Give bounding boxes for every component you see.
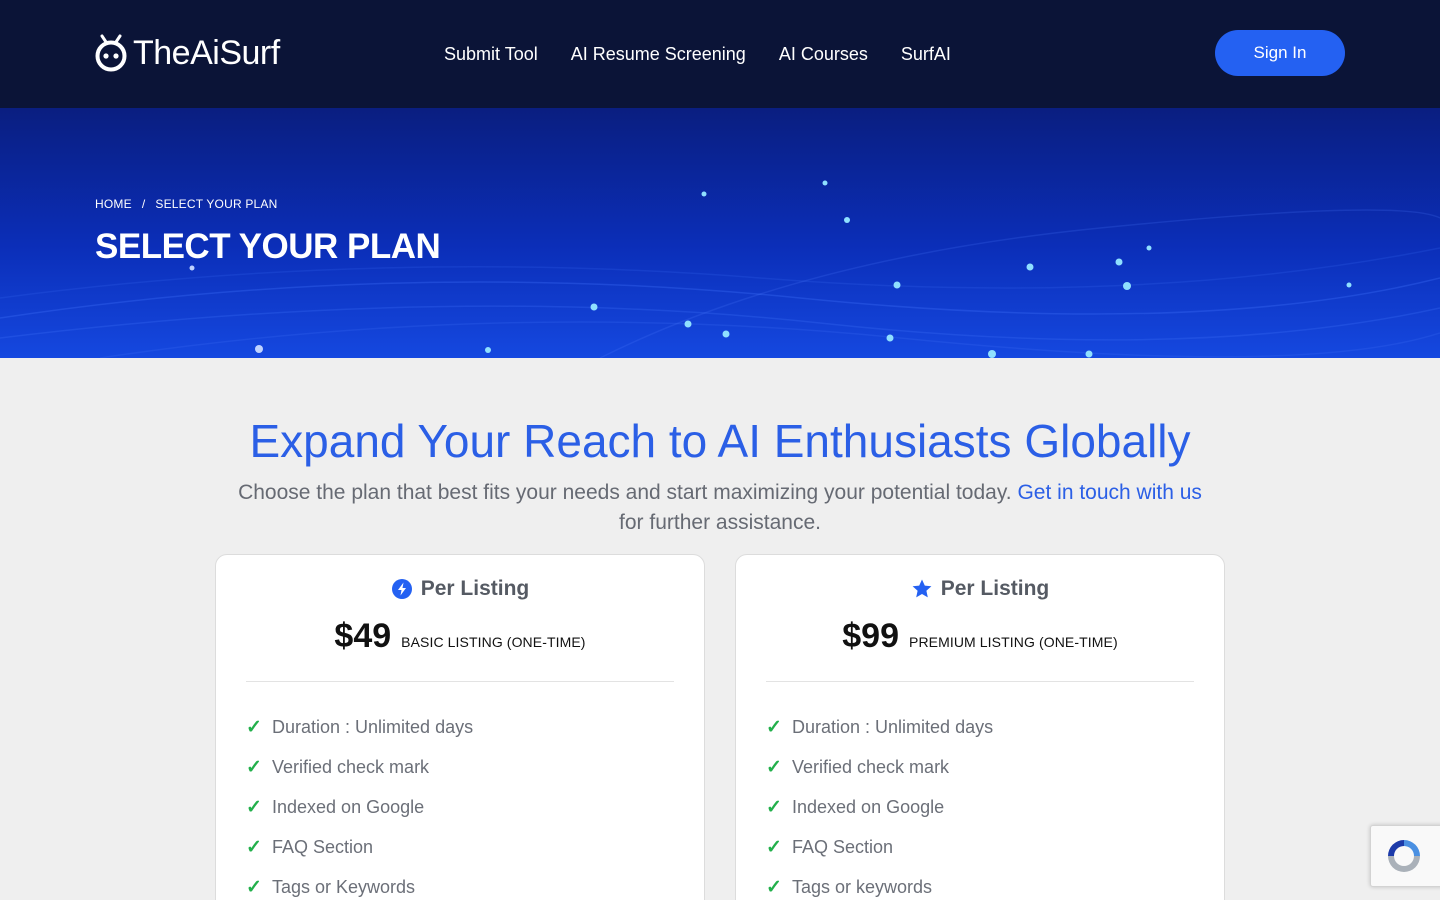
breadcrumb-separator: / — [141, 197, 146, 211]
contact-link[interactable]: Get in touch with us — [1017, 481, 1201, 504]
check-icon: ✓ — [246, 716, 262, 738]
feature-item: ✓ Verified check mark — [766, 747, 993, 787]
feature-item: ✓ Verified check mark — [246, 747, 473, 787]
plan-price-note: BASIC LISTING (ONE-TIME) — [401, 634, 586, 650]
star-icon — [912, 579, 932, 598]
plan-card-header: Per Listing — [216, 577, 704, 601]
feature-item: ✓ Tags or Keywords — [246, 867, 473, 900]
card-divider — [766, 681, 1194, 682]
breadcrumb-current: SELECT YOUR PLAN — [155, 197, 278, 211]
feature-text: Duration : Unlimited days — [792, 716, 994, 737]
check-icon: ✓ — [246, 756, 262, 778]
recaptcha-icon — [1388, 840, 1420, 872]
plan-card-basic[interactable]: Per Listing $49 BASIC LISTING (ONE-TIME)… — [215, 554, 705, 900]
price-row: $49 BASIC LISTING (ONE-TIME) — [216, 617, 704, 656]
feature-text: Verified check mark — [272, 756, 430, 777]
plan-label: Per Listing — [940, 577, 1050, 600]
feature-text: Duration : Unlimited days — [272, 716, 474, 737]
check-icon: ✓ — [766, 756, 782, 778]
feature-item: ✓ Duration : Unlimited days — [246, 707, 473, 747]
plan-price-note: PREMIUM LISTING (ONE-TIME) — [909, 634, 1118, 650]
plan-price: $49 — [334, 617, 392, 655]
section-subtext: Choose the plan that best fits your need… — [200, 478, 1240, 538]
price-row: $99 PREMIUM LISTING (ONE-TIME) — [736, 617, 1224, 656]
site-logo[interactable]: TheAiSurf — [95, 33, 280, 73]
lightning-icon — [391, 579, 412, 599]
feature-text: Tags or keywords — [792, 876, 933, 897]
page-title: SELECT YOUR PLAN — [95, 227, 441, 266]
feature-list: ✓ Duration : Unlimited days ✓ Verified che… — [246, 707, 473, 900]
feature-text: FAQ Section — [792, 836, 894, 857]
breadcrumb-home-link[interactable]: HOME — [95, 197, 132, 211]
check-icon: ✓ — [766, 876, 782, 898]
check-icon: ✓ — [766, 836, 782, 858]
feature-item: ✓ Indexed on Google — [766, 787, 993, 827]
nav-surfai[interactable]: SurfAI — [901, 42, 951, 66]
feature-list: ✓ Duration : Unlimited days ✓ Verified che… — [766, 707, 993, 900]
section-headline: Expand Your Reach to AI Enthusiasts Glob… — [249, 415, 1191, 467]
check-icon: ✓ — [246, 796, 262, 818]
plan-card-premium[interactable]: Per Listing $99 PREMIUM LISTING (ONE-TIM… — [735, 554, 1225, 900]
feature-item: ✓ Tags or keywords — [766, 867, 993, 900]
feature-text: Indexed on Google — [272, 796, 425, 817]
robot-logo-icon — [95, 34, 127, 72]
plan-card-header: Per Listing — [736, 577, 1224, 601]
recaptcha-badge[interactable] — [1370, 825, 1440, 887]
check-icon: ✓ — [246, 876, 262, 898]
breadcrumb: HOME / SELECT YOUR PLAN — [95, 197, 278, 211]
plan-price: $99 — [842, 617, 899, 655]
plan-label: Per Listing — [420, 577, 530, 600]
card-divider — [246, 681, 674, 682]
check-icon: ✓ — [246, 836, 262, 858]
check-icon: ✓ — [766, 796, 782, 818]
nav-ai-courses[interactable]: AI Courses — [779, 42, 868, 66]
check-icon: ✓ — [766, 716, 782, 738]
logo-text: TheAiSurf — [133, 34, 280, 72]
feature-item: ✓ FAQ Section — [766, 827, 993, 867]
feature-text: Tags or Keywords — [272, 876, 416, 897]
feature-item: ✓ Indexed on Google — [246, 787, 473, 827]
sign-in-button[interactable]: Sign In — [1215, 30, 1345, 76]
main-nav: Submit Tool AI Resume Screening AI Cours… — [444, 42, 951, 66]
nav-ai-resume-screening[interactable]: AI Resume Screening — [571, 42, 746, 66]
hero-banner: HOME / SELECT YOUR PLAN SELECT YOUR PLAN — [0, 108, 1440, 358]
feature-text: FAQ Section — [272, 836, 374, 857]
feature-text: Indexed on Google — [792, 796, 945, 817]
subtext-tail: for further assistance. — [619, 511, 821, 534]
feature-item: ✓ Duration : Unlimited days — [766, 707, 993, 747]
subtext-lead: Choose the plan that best fits your need… — [238, 481, 1012, 504]
feature-item: ✓ FAQ Section — [246, 827, 473, 867]
feature-text: Verified check mark — [792, 756, 950, 777]
nav-submit-tool[interactable]: Submit Tool — [444, 42, 538, 66]
top-navigation-bar: TheAiSurf Submit Tool AI Resume Screenin… — [0, 0, 1440, 108]
